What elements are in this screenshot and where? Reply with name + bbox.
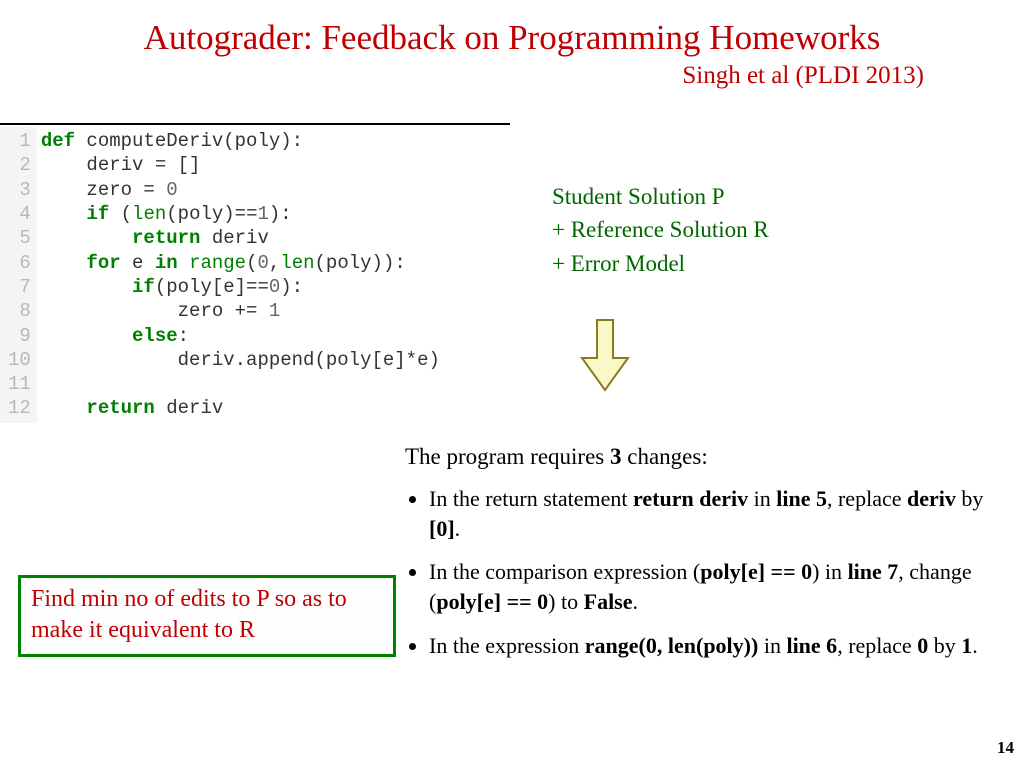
code-top-border <box>0 123 510 125</box>
code-content: def computeDeriv(poly): deriv = [] zero … <box>37 127 440 423</box>
changes-list: In the return statement return deriv in … <box>405 484 1015 674</box>
changes-list-item: In the expression range(0, len(poly)) in… <box>429 631 1015 661</box>
input-item-student: Student Solution P <box>552 180 769 213</box>
page-number: 14 <box>997 738 1014 758</box>
slide-title: Autograder: Feedback on Programming Home… <box>0 0 1024 58</box>
input-item-reference: + Reference Solution R <box>552 213 769 246</box>
changes-list-item: In the comparison expression (poly[e] ==… <box>429 557 1015 616</box>
changes-list-item: In the return statement return deriv in … <box>429 484 1015 543</box>
code-linenumbers: 1 2 3 4 5 6 7 8 9 10 11 12 <box>0 127 37 423</box>
inputs-list: Student Solution P + Reference Solution … <box>552 180 769 280</box>
slide-subtitle: Singh et al (PLDI 2013) <box>0 62 1024 90</box>
code-block: 1 2 3 4 5 6 7 8 9 10 11 12 def computeDe… <box>0 123 510 423</box>
arrow-down-icon <box>580 318 630 403</box>
result-header: The program requires 3 changes: <box>405 444 708 470</box>
input-item-error: + Error Model <box>552 247 769 280</box>
goal-box: Find min no of edits to P so as to make … <box>18 575 396 657</box>
